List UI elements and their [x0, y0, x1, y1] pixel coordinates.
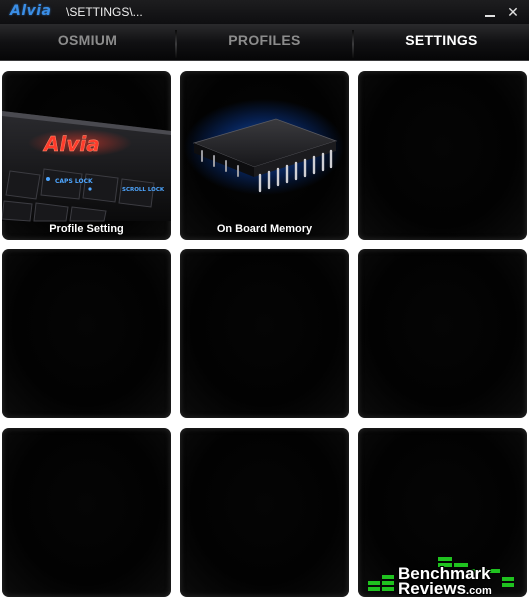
settings-tile-grid: Alvia CAPS LOCK SCROLL LOCK Profile Sett [0, 61, 529, 600]
title-bar[interactable]: Alvia \SETTINGS\... ✕ [0, 0, 529, 24]
close-button[interactable]: ✕ [503, 2, 523, 22]
window-path-title: \SETTINGS\... [66, 5, 143, 19]
keyboard-logo: Alvia [42, 132, 100, 156]
scroll-lock-legend: SCROLL LOCK [122, 187, 165, 193]
tile-empty[interactable] [2, 249, 171, 418]
memory-chip-icon [184, 99, 344, 195]
tile-empty[interactable] [358, 249, 527, 418]
benchmark-reviews-watermark: Benchmark Reviews.com [366, 551, 526, 599]
watermark-suffix: .com [466, 585, 492, 597]
tile-label: Profile Setting [49, 223, 124, 235]
tile-empty[interactable] [358, 71, 527, 240]
tile-label: On Board Memory [216, 223, 313, 235]
tile-on-board-memory[interactable]: On Board Memory [180, 71, 349, 240]
app-window: Alvia \SETTINGS\... ✕ OSMIUM PROFILES SE… [0, 0, 529, 600]
alvia-logo: Alvia [10, 3, 52, 19]
tab-settings[interactable]: SETTINGS [354, 24, 529, 56]
tile-profile-setting[interactable]: Alvia CAPS LOCK SCROLL LOCK Profile Sett [2, 71, 171, 240]
caps-lock-legend: CAPS LOCK [55, 178, 93, 185]
minimize-icon [485, 15, 495, 17]
tile-empty[interactable] [2, 428, 171, 597]
watermark-line2-text: Reviews [398, 579, 467, 598]
keyboard-icon: Alvia CAPS LOCK SCROLL LOCK [2, 111, 171, 222]
close-icon: ✕ [507, 4, 519, 20]
minimize-button[interactable] [480, 2, 500, 22]
watermark-line2: Reviews.com [398, 579, 492, 599]
main-tab-bar: OSMIUM PROFILES SETTINGS [0, 24, 529, 61]
tile-empty[interactable] [180, 428, 349, 597]
tab-osmium[interactable]: OSMIUM [0, 24, 175, 56]
tab-profiles[interactable]: PROFILES [177, 24, 352, 56]
tile-empty[interactable] [180, 249, 349, 418]
